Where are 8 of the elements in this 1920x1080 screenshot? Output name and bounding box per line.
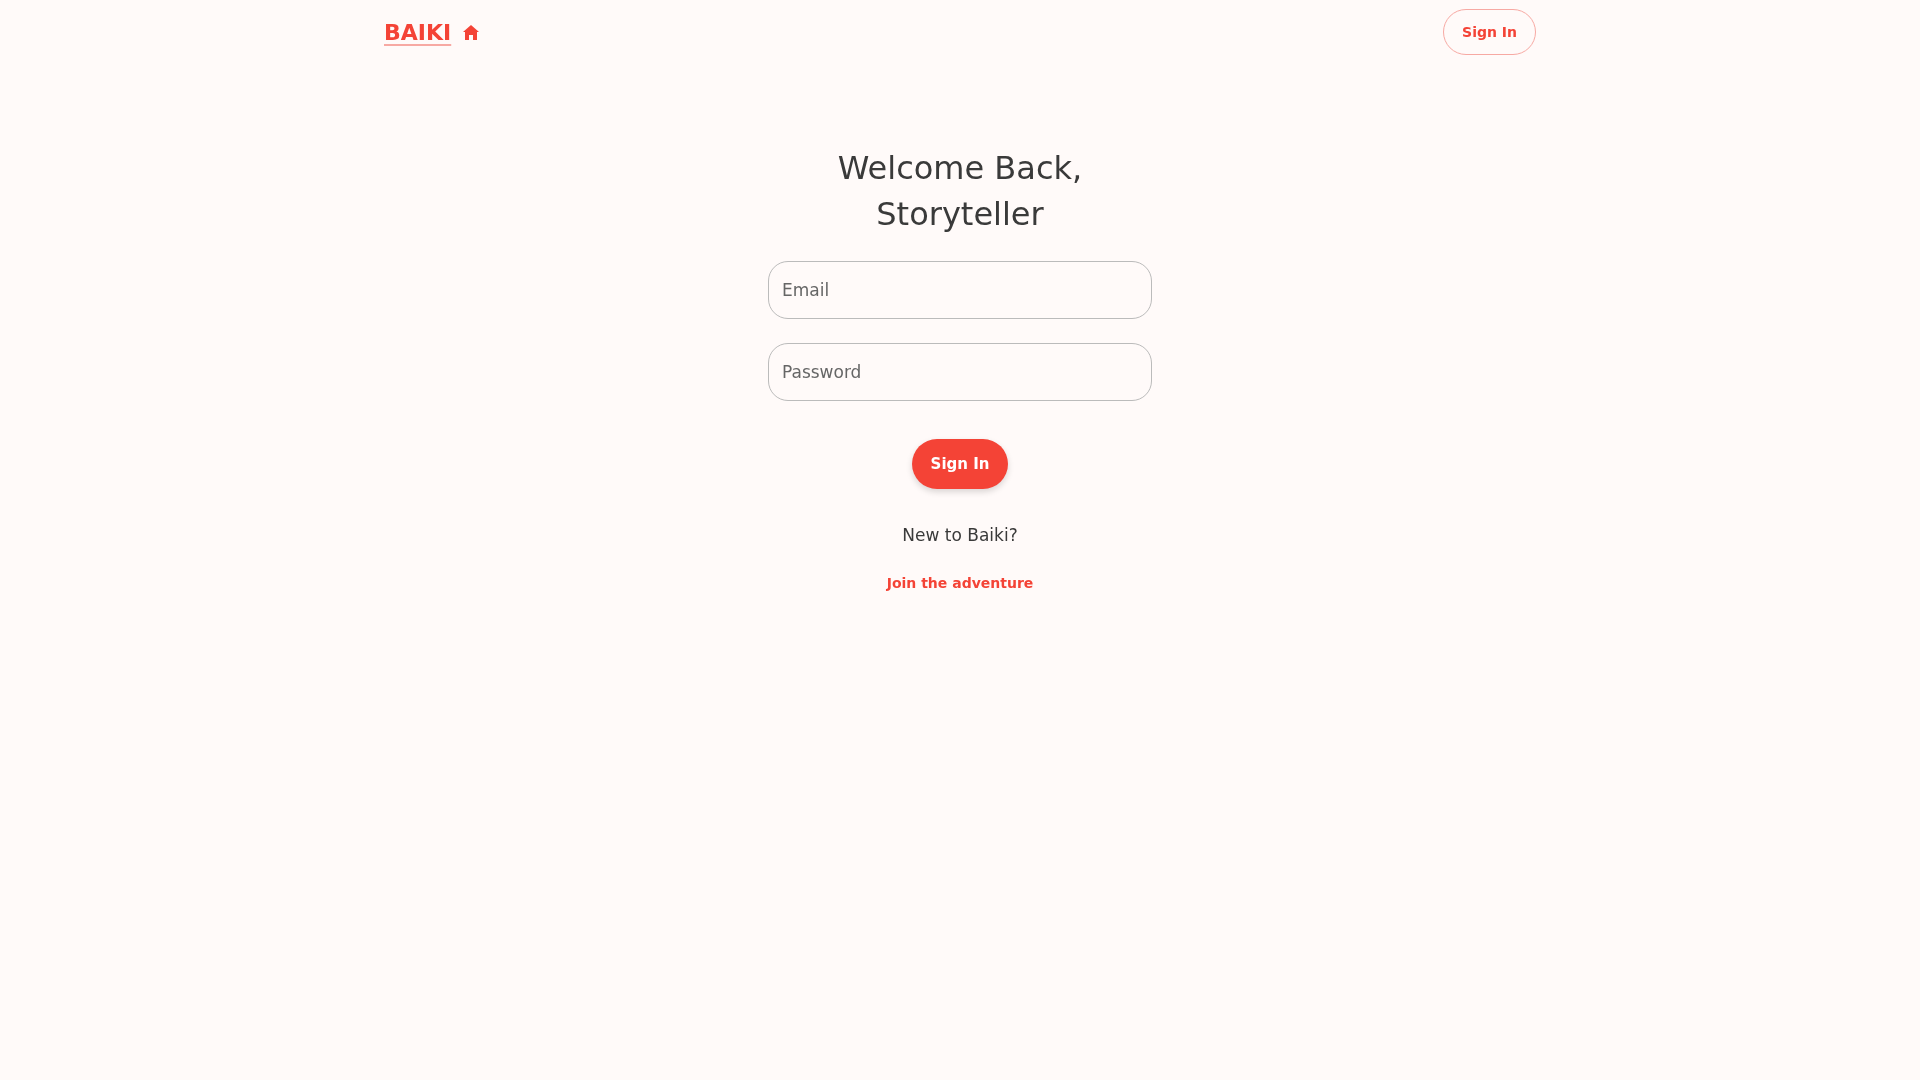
input-field[interactable]: Password xyxy=(768,343,1152,401)
join-link[interactable]: Join the adventure xyxy=(886,574,1034,591)
prompt-text: New to Baiki? xyxy=(901,524,1019,547)
page-title: Welcome Back, Storyteller xyxy=(836,148,1084,235)
home-icon[interactable] xyxy=(463,24,480,40)
brand-logo[interactable]: BAIKI xyxy=(384,15,452,49)
sign-in-button[interactable]: Sign In xyxy=(912,439,1008,489)
input-field[interactable]: Email xyxy=(768,261,1152,319)
